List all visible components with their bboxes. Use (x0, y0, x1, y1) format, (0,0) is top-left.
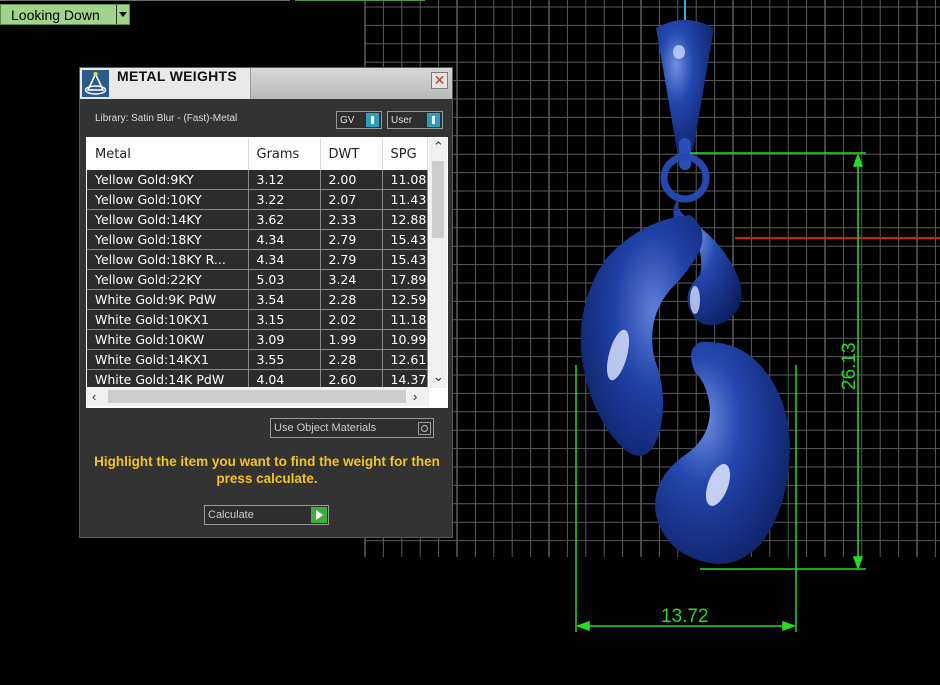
column-header-dwt[interactable]: DWT (320, 138, 383, 170)
use-object-materials-option[interactable]: Use Object Materials (270, 418, 434, 438)
column-header-metal[interactable]: Metal (87, 138, 249, 170)
table-cell[interactable]: 3.09 (248, 329, 321, 350)
table-row[interactable]: Yellow Gold:9KY 3.12 2.00 11.08 (87, 170, 428, 190)
dialog-titlebar[interactable]: METAL WEIGHTS ✕ (80, 68, 452, 99)
table-row[interactable]: White Gold:10KX1 3.15 2.02 11.18 (87, 309, 428, 330)
user-toggle-label: User (391, 114, 413, 126)
metal-table: Metal Grams DWT SPG Yellow Gold:9KY 3.12 2… (86, 137, 448, 408)
table-cell[interactable]: 1.99 (320, 329, 383, 350)
horizontal-scrollbar[interactable]: ‹ › (87, 387, 429, 406)
table-cell[interactable]: 3.24 (320, 269, 383, 290)
user-toggle[interactable]: User (387, 111, 443, 129)
table-cell[interactable]: 2.02 (320, 309, 383, 330)
table-cell[interactable]: 2.00 (320, 170, 383, 190)
scroll-right-icon[interactable]: › (413, 390, 417, 403)
use-object-materials-label: Use Object Materials (274, 422, 377, 434)
table-cell[interactable]: 5.03 (248, 269, 321, 290)
library-label: Library: Satin Blur - (Fast)-Metal (95, 113, 238, 124)
scroll-left-icon[interactable]: ‹ (92, 390, 96, 403)
toggle-switch-icon (427, 113, 440, 127)
table-cell[interactable]: 4.34 (248, 229, 321, 250)
table-cell[interactable]: 11.18 (382, 309, 428, 330)
metal-weights-dialog: METAL WEIGHTS ✕ Library: Satin Blur - (F… (79, 67, 453, 538)
table-row[interactable]: Yellow Gold:10KY 3.22 2.07 11.43 (87, 189, 428, 210)
table-cell[interactable]: 15.43 (382, 229, 428, 250)
table-cell[interactable]: 2.07 (320, 189, 383, 210)
table-cell[interactable]: 3.62 (248, 209, 321, 230)
table-cell[interactable]: White Gold:14KX1 (87, 349, 249, 370)
table-cell[interactable]: 10.99 (382, 329, 428, 350)
table-cell[interactable]: White Gold:10KX1 (87, 309, 249, 330)
instruction-text: Highlight the item you want to find the … (94, 454, 440, 486)
table-cell[interactable]: 12.61 (382, 349, 428, 370)
chevron-down-icon[interactable] (116, 5, 129, 24)
table-row[interactable]: Yellow Gold:18KY 4.34 2.79 15.43 (87, 229, 428, 250)
table-cell[interactable]: 3.55 (248, 349, 321, 370)
gv-toggle-label: GV (340, 114, 355, 126)
table-cell[interactable]: 11.08 (382, 170, 428, 190)
width-dimension: 13.72 (661, 606, 709, 627)
table-cell[interactable]: 12.88 (382, 209, 428, 230)
toggle-switch-icon (366, 113, 379, 127)
play-arrow-icon (311, 507, 327, 523)
table-cell[interactable]: 3.12 (248, 170, 321, 190)
column-header-grams[interactable]: Grams (248, 138, 321, 170)
table-row[interactable]: White Gold:9K PdW 3.54 2.28 12.59 (87, 289, 428, 310)
calculate-button[interactable]: Calculate (204, 505, 329, 525)
table-cell[interactable]: 15.43 (382, 249, 428, 270)
table-cell[interactable]: Yellow Gold:9KY (87, 170, 249, 190)
view-dropdown[interactable]: Looking Down (0, 4, 130, 25)
table-cell[interactable]: 3.22 (248, 189, 321, 210)
table-cell[interactable]: 3.15 (248, 309, 321, 330)
view-dropdown-label: Looking Down (11, 6, 100, 23)
calculate-label: Calculate (208, 509, 254, 521)
column-header-spg[interactable]: SPG (382, 138, 428, 170)
table-cell[interactable]: 2.79 (320, 229, 383, 250)
table-cell[interactable]: 17.89 (382, 269, 428, 290)
table-cell[interactable]: 2.79 (320, 249, 383, 270)
app-icon (82, 70, 109, 97)
table-cell[interactable]: Yellow Gold:14KY (87, 209, 249, 230)
table-cell[interactable]: Yellow Gold:22KY (87, 269, 249, 290)
table-cell[interactable]: 2.28 (320, 289, 383, 310)
vertical-scrollbar[interactable]: ⌃ ⌄ (429, 138, 447, 388)
pendant-model (580, 20, 790, 564)
gv-toggle[interactable]: GV (336, 111, 382, 129)
vertical-scroll-thumb[interactable] (432, 161, 444, 238)
table-cell[interactable]: 2.33 (320, 209, 383, 230)
height-dimension: 26.13 (839, 342, 860, 390)
close-button[interactable]: ✕ (431, 72, 448, 89)
table-cell[interactable]: 12.59 (382, 289, 428, 310)
table-row[interactable]: Yellow Gold:22KY 5.03 3.24 17.89 (87, 269, 428, 290)
horizontal-scroll-thumb[interactable] (108, 390, 406, 403)
table-cell[interactable]: 2.28 (320, 349, 383, 370)
table-row[interactable]: White Gold:14KX1 3.55 2.28 12.61 (87, 349, 428, 370)
table-cell[interactable]: White Gold:9K PdW (87, 289, 249, 310)
radio-icon[interactable] (418, 421, 431, 435)
table-cell[interactable]: 4.34 (248, 249, 321, 270)
scroll-down-icon[interactable]: ⌄ (433, 370, 444, 383)
table-row[interactable]: White Gold:10KW 3.09 1.99 10.99 (87, 329, 428, 350)
table-cell[interactable]: Yellow Gold:10KY (87, 189, 249, 210)
scroll-up-icon[interactable]: ⌃ (433, 140, 444, 153)
table-row[interactable]: Yellow Gold:18KY R... 4.34 2.79 15.43 (87, 249, 428, 270)
table-cell[interactable]: Yellow Gold:18KY (87, 229, 249, 250)
table-cell[interactable]: 11.43 (382, 189, 428, 210)
table-cell[interactable]: Yellow Gold:18KY R... (87, 249, 249, 270)
table-cell[interactable]: 3.54 (248, 289, 321, 310)
table-row[interactable]: Yellow Gold:14KY 3.62 2.33 12.88 (87, 209, 428, 230)
table-cell[interactable]: White Gold:10KW (87, 329, 249, 350)
dialog-title: METAL WEIGHTS (117, 68, 238, 84)
